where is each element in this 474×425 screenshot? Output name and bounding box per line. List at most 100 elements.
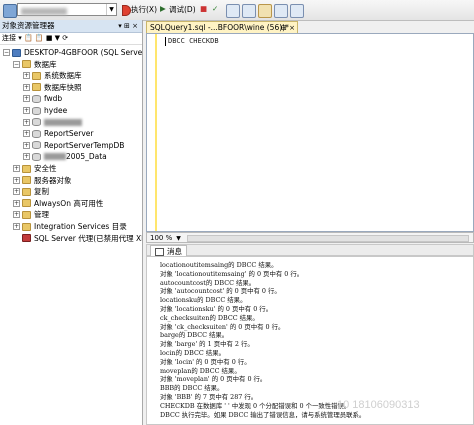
tree-node[interactable]: + fwdb [23, 93, 62, 104]
database-selector[interactable]: ▼ [17, 3, 117, 16]
message-line: BBB的 DBCC 结果。 [160, 384, 224, 393]
folder-icon [22, 222, 31, 231]
tree-node[interactable]: + 复制 [13, 186, 49, 197]
message-line: locin的 DBCC 结果。 [160, 349, 225, 357]
expand-icon[interactable]: + [23, 107, 30, 114]
stop-icon[interactable]: ■ [200, 4, 207, 13]
folder-icon [32, 83, 41, 92]
tree-node[interactable]: SQL Server 代理(已禁用代理 XP) [13, 233, 142, 244]
redacted-text [44, 118, 82, 126]
chevron-down-icon[interactable]: ▼ [176, 235, 181, 242]
toolbar: ▼ 执行(X) ▶ 调试(D) ■ ✓ [0, 0, 474, 21]
tree-node[interactable]: + 数据库快照 [23, 82, 82, 93]
tree-node-label: 系统数据库 [44, 71, 82, 81]
message-line: 对象 'ck_checksuiten' 的 0 页中有 0 行。 [160, 322, 285, 331]
object-explorer-toolbar[interactable]: 连接 ▾ 📋 📋 ■ ▼ ⟳ [0, 33, 142, 45]
tree-node[interactable]: + 系统数据库 [23, 70, 82, 81]
tree-node[interactable]: + hydee [23, 105, 67, 116]
db-icon [32, 106, 41, 115]
expand-icon[interactable]: + [23, 130, 30, 138]
expand-icon[interactable]: + [13, 223, 20, 230]
tree-node[interactable]: + ReportServer [23, 128, 93, 139]
results-to-grid-icon[interactable] [226, 4, 240, 18]
tree-node-label: 2005_Data [66, 152, 107, 162]
expand-icon[interactable]: + [13, 165, 20, 172]
folder-icon [22, 199, 31, 208]
panel-controls-icon[interactable]: ▾ ⊞ × [118, 20, 138, 32]
expand-icon[interactable]: + [23, 153, 30, 161]
tree-node-label: ReportServerTempDB [44, 140, 125, 150]
tree-node[interactable]: + 安全性 [13, 163, 57, 174]
expand-icon[interactable]: + [23, 95, 30, 103]
message-line: ck_checksuiten的 DBCC 结果。 [160, 313, 259, 322]
tab-close-icon[interactable]: ⊞ × [281, 22, 295, 33]
tree-node[interactable]: − DESKTOP-4GBFOOR (SQL Server 11 [3, 47, 143, 58]
indent-icon[interactable] [290, 4, 304, 18]
folder-icon [22, 187, 31, 196]
tree-node[interactable]: + Integration Services 目录 [13, 221, 127, 232]
tree-node[interactable]: + 管理 [13, 209, 49, 220]
expand-icon[interactable]: + [13, 176, 20, 184]
results-tab-bar: 消息 [146, 244, 474, 257]
message-line: 对象 'locationsku' 的 0 页中有 0 行。 [160, 305, 273, 313]
display-plan-icon[interactable] [242, 4, 256, 18]
expand-icon[interactable]: + [13, 188, 20, 196]
debug-button[interactable]: 调试(D) [169, 4, 196, 15]
message-line: 对象 'autocountcost' 的 0 页中有 0 行。 [160, 287, 281, 296]
messages-pane[interactable]: locationoutitemsaing的 DBCC 结果。 对象 'locati… [146, 256, 474, 425]
db-icon [32, 141, 41, 150]
database-icon[interactable] [3, 4, 17, 18]
server-icon [12, 48, 21, 57]
message-line: locationoutitemsaing的 DBCC 结果。 [160, 261, 278, 269]
sql-text[interactable]: DBCC CHECKDB [168, 37, 219, 45]
text-caret [165, 37, 166, 46]
expand-icon[interactable]: + [13, 211, 20, 219]
message-line: 对象 'BBB' 的 7 页中有 287 行。 [160, 393, 258, 401]
debug-icon[interactable]: ▶ [160, 4, 166, 13]
horizontal-scrollbar[interactable] [187, 235, 469, 242]
message-line: moveplan的 DBCC 结果。 [160, 366, 241, 375]
query-editor[interactable]: DBCC CHECKDB [146, 33, 474, 232]
tree-node-label: 安全性 [34, 164, 57, 173]
message-line: autocountcost的 DBCC 结果。 [160, 278, 256, 287]
object-explorer-title: 对象资源管理器 [2, 21, 55, 30]
message-line: 对象 'moveplan' 的 0 页中有 0 行。 [160, 375, 267, 384]
tree-node[interactable]: + ReportServerTempDB [23, 140, 124, 151]
tree-node[interactable]: + 服务器对象 [13, 175, 72, 186]
expand-icon[interactable]: + [23, 118, 30, 126]
folder-icon [22, 176, 31, 185]
collapse-icon[interactable]: − [13, 60, 20, 68]
tree-node-label: ReportServer [44, 129, 94, 139]
tree-node[interactable]: + AlwaysOn 高可用性 [13, 198, 103, 209]
zoom-value: 100 % [150, 234, 173, 242]
expand-icon[interactable]: + [23, 72, 30, 80]
db-icon [32, 129, 41, 138]
message-line: locationsku的 DBCC 结果。 [160, 296, 247, 305]
tree-node[interactable]: + [23, 117, 82, 128]
expand-icon[interactable]: + [23, 83, 30, 91]
folder-icon [22, 164, 31, 173]
expand-icon[interactable]: + [13, 199, 20, 207]
object-explorer-title-bar: 对象资源管理器 ▾ ⊞ × [0, 20, 142, 33]
tab-sqlquery1[interactable]: SQLQuery1.sql -...BFOOR\wine (56))* ⊞ × [146, 21, 298, 33]
parse-check-icon[interactable]: ✓ [212, 4, 218, 13]
execute-button[interactable]: 执行(X) [131, 4, 157, 15]
message-line: DBCC 执行完毕。如果 DBCC 输出了错误信息，请与系统管理员联系。 [160, 410, 366, 419]
message-line: 对象 'locationoutitemsaing' 的 0 页中有 0 行。 [160, 269, 304, 278]
chevron-down-icon[interactable]: ▼ [106, 4, 116, 15]
query-options-icon[interactable] [258, 4, 272, 18]
database-name-redacted [21, 7, 67, 15]
message-line: 对象 'locin' 的 0 页中有 0 行。 [160, 357, 251, 366]
change-margin [155, 34, 157, 231]
message-line: CHECKDB 在数据库 ' ' 中发现 0 个分配错误和 0 个一致性错误。 [160, 401, 351, 410]
comment-icon[interactable] [274, 4, 288, 18]
zoom-selector[interactable]: 100 % ▼ [150, 233, 181, 244]
expand-icon[interactable]: + [23, 141, 30, 149]
object-explorer-panel: 对象资源管理器 ▾ ⊞ × 连接 ▾ 📋 📋 ■ ▼ ⟳ − DESKTOP-4G… [0, 20, 143, 425]
tree-node-label: 复制 [34, 187, 49, 197]
tree-node[interactable]: − 数据库 [13, 59, 57, 70]
collapse-icon[interactable]: − [3, 49, 10, 56]
tree-node[interactable]: +2005_Data [23, 151, 107, 162]
execute-icon[interactable] [122, 5, 131, 16]
tree-node-label: DESKTOP-4GBFOOR (SQL Server 11 [24, 48, 143, 57]
